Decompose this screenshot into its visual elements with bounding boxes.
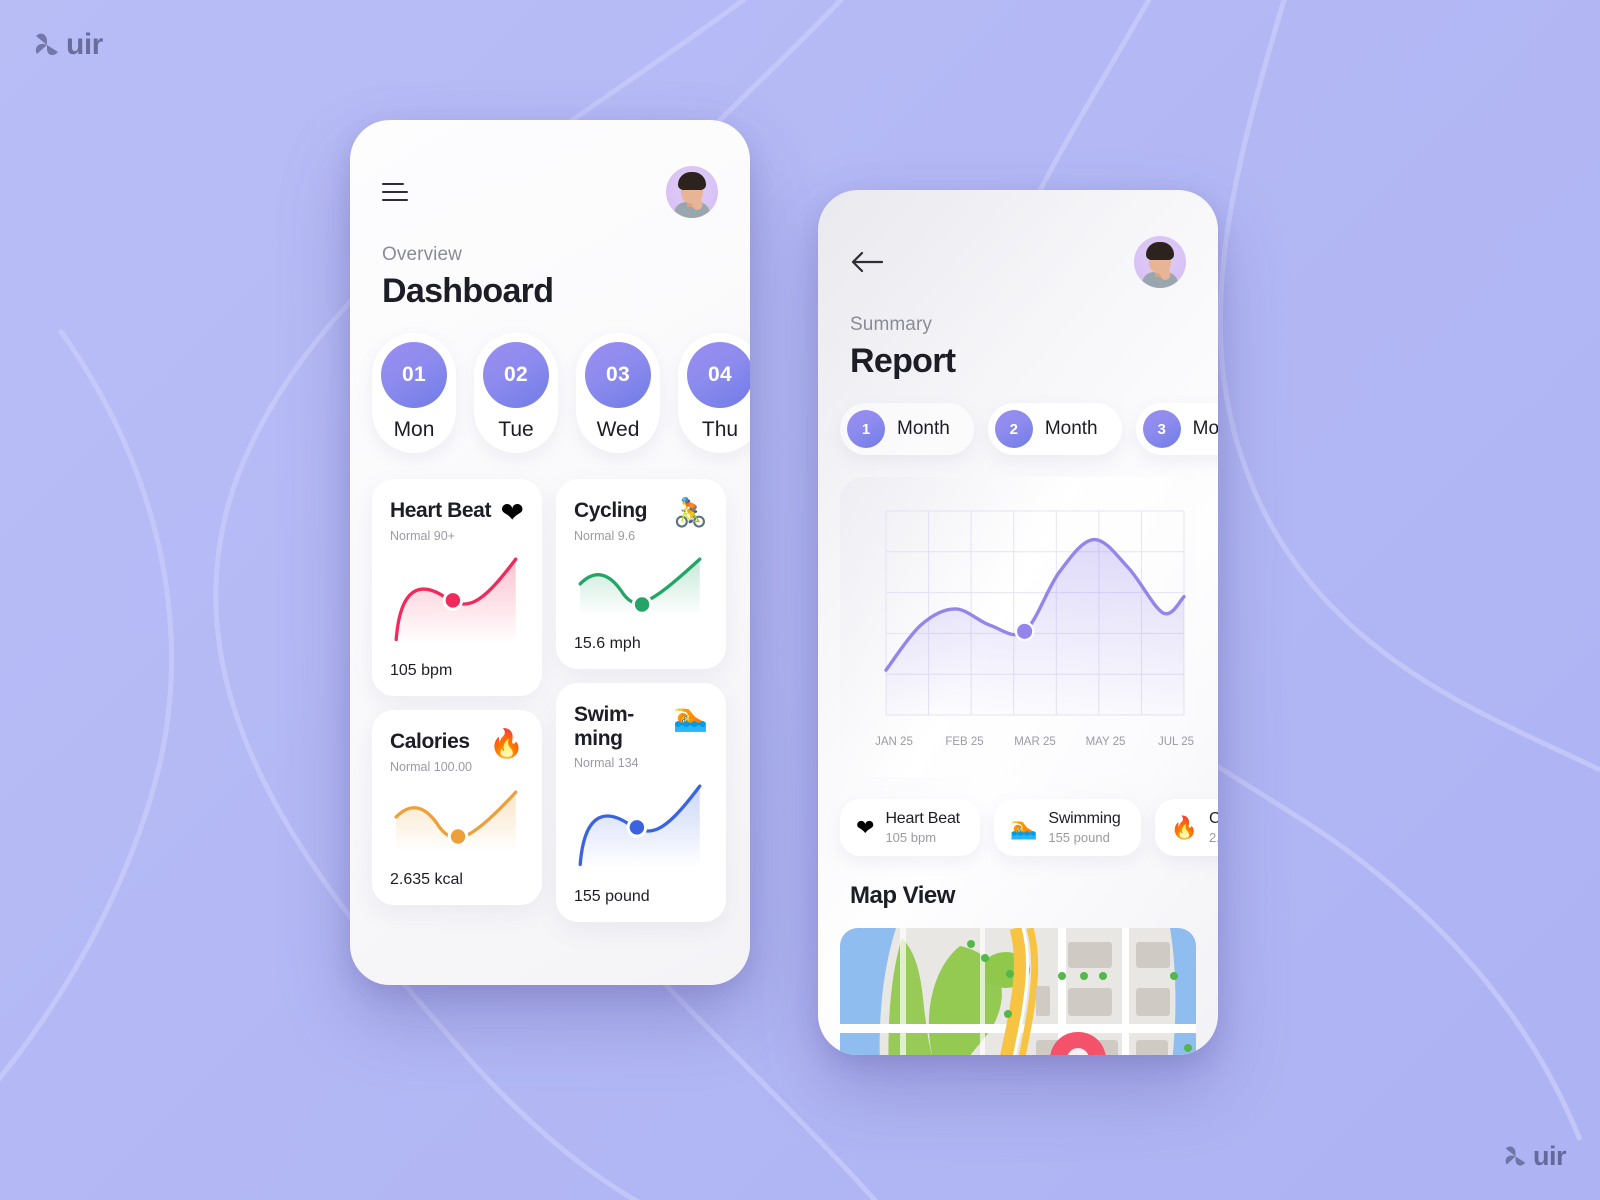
card-cycling[interactable]: Cycling Normal 9.6 🚴 15.6 mph (556, 479, 726, 670)
x-tick-label: FEB 25 (945, 736, 983, 748)
day-number: 03 (585, 342, 651, 408)
brand-logo-top-left: uir (34, 30, 103, 60)
card-calories[interactable]: Calories Normal 100.00 🔥 2.635 kcal (372, 710, 542, 905)
month-range-tabs[interactable]: 1 Month 2 Month 3 Month (840, 403, 1218, 455)
month-tab-1[interactable]: 1 Month (840, 403, 974, 455)
avatar[interactable] (1134, 236, 1186, 288)
card-subtitle: Normal 134 (574, 756, 639, 771)
card-value: 15.6 mph (574, 635, 641, 653)
sparkline-swimming (578, 784, 702, 869)
card-heart-beat[interactable]: Heart Beat Normal 90+ ❤ 105 bpm (372, 479, 542, 697)
stat-pills[interactable]: ❤ Heart Beat 105 bpm 🏊 Swimming 155 pound 🔥 Cal… (840, 799, 1218, 856)
day-number: 04 (687, 342, 750, 408)
map-view[interactable] (840, 928, 1196, 1055)
report-topbar (818, 190, 1218, 288)
month-tab-label: Month (897, 418, 950, 439)
report-eyebrow: Summary (850, 314, 932, 335)
card-title: Cycling (574, 499, 648, 522)
stat-name: Swimming (1048, 810, 1121, 827)
card-title: Swim- ming (574, 703, 634, 750)
metric-cards: Heart Beat Normal 90+ ❤ 105 bpm Calories… (372, 479, 750, 922)
day-label: Thu (701, 418, 739, 441)
day-label: Wed (596, 418, 640, 441)
flame-icon: 🔥 (489, 728, 524, 760)
map-section-title: Map View (850, 882, 955, 909)
month-tab-label: Month (1044, 418, 1098, 439)
day-number: 02 (483, 342, 549, 408)
screenshot-canvas: uir uir Overview Dashboard 01 Mon 02 Tue 03 W… (0, 0, 1600, 1200)
sparkline-calories (394, 790, 518, 852)
report-chart[interactable]: JAN 25 FEB 25 MAR 25 MAY 25 JUL 25 (840, 477, 1196, 777)
month-tab-2[interactable]: 2 Month (987, 403, 1122, 455)
day-label: Mon (393, 418, 435, 441)
month-tab-number: 3 (1142, 410, 1181, 448)
x-tick-label: MAY 25 (1086, 736, 1126, 748)
background-decoration (0, 0, 1600, 1200)
brand-name: uir (1532, 1141, 1567, 1171)
card-subtitle: Normal 100.00 (390, 759, 472, 774)
stat-pill-heart-beat[interactable]: ❤ Heart Beat 105 bpm (840, 799, 980, 856)
card-value: 2.635 kcal (390, 870, 463, 888)
day-cell-mon[interactable]: 01 Mon (372, 333, 456, 453)
pinwheel-icon (1505, 1146, 1526, 1166)
card-subtitle: Normal 9.6 (574, 528, 636, 543)
avatar[interactable] (666, 166, 718, 218)
heart-pulse-icon: ❤ (500, 497, 524, 528)
phone-dashboard-screen: Overview Dashboard 01Mon02Tue03Wed04Thu0… (350, 120, 750, 985)
page-title: Report (850, 342, 956, 380)
heart-pulse-icon: ❤ (856, 814, 875, 840)
day-label: Tue (498, 418, 534, 441)
day-cell-wed[interactable]: 03 Wed (576, 333, 660, 453)
day-number: 01 (381, 342, 447, 408)
metric-column-left: Heart Beat Normal 90+ ❤ 105 bpm Calories… (372, 479, 542, 922)
brand-logo-bottom-right: uir (1504, 1141, 1567, 1171)
swimming-icon: 🏊 (1009, 814, 1038, 840)
sparkline-heart-beat (394, 556, 518, 644)
hamburger-menu-icon[interactable] (382, 183, 408, 201)
card-swimming[interactable]: Swim- ming Normal 134 🏊 155 pound (556, 683, 726, 922)
day-cell-tue[interactable]: 02 Tue (474, 333, 558, 453)
x-tick-label: JAN 25 (875, 736, 913, 748)
map-graphic (840, 928, 1196, 1055)
swimming-icon: 🏊 (673, 701, 708, 733)
month-tab-label: Month (1192, 418, 1218, 439)
day-cell-thu[interactable]: 04 Thu (678, 333, 750, 453)
cycling-icon: 🚴 (673, 497, 708, 528)
stat-name: Calories (1208, 810, 1218, 827)
area-chart: JAN 25 FEB 25 MAR 25 MAY 25 JUL 25 (875, 510, 1194, 748)
card-value: 105 bpm (390, 662, 453, 680)
stat-pill-swimming[interactable]: 🏊 Swimming 155 pound (993, 799, 1141, 856)
pinwheel-icon (35, 33, 58, 56)
dashboard-topbar (350, 120, 750, 218)
dashboard-eyebrow: Overview (382, 244, 462, 265)
x-tick-label: MAR 25 (1014, 736, 1056, 748)
stat-pill-calories[interactable]: 🔥 Calories 2.635 kcal (1154, 799, 1218, 856)
card-subtitle: Normal 90+ (390, 528, 455, 543)
sparkline-cycling (578, 556, 702, 617)
stat-value: 2.635 kcal (1208, 830, 1218, 845)
back-arrow-icon[interactable] (850, 250, 884, 274)
stat-value: 155 pound (1048, 830, 1110, 845)
month-tab-number: 2 (994, 410, 1033, 448)
page-title: Dashboard (382, 272, 554, 310)
card-value: 155 pound (574, 887, 650, 905)
phone-report-screen: Summary Report 1 Month 2 Month 3 Month JAN 25… (818, 190, 1218, 1055)
flame-icon: 🔥 (1170, 814, 1198, 840)
metric-column-right: Cycling Normal 9.6 🚴 15.6 mph Swim- ming… (556, 479, 726, 922)
month-tab-3[interactable]: 3 Month (1135, 403, 1218, 455)
stat-name: Heart Beat (885, 810, 960, 827)
card-title: Calories (390, 730, 470, 754)
month-tab-number: 1 (847, 410, 885, 448)
stat-value: 105 bpm (885, 830, 937, 845)
card-title: Heart Beat (390, 499, 492, 522)
x-tick-label: JUL 25 (1158, 736, 1194, 748)
day-selector[interactable]: 01Mon02Tue03Wed04Thu05Fri (372, 333, 750, 453)
brand-name: uir (66, 28, 103, 61)
